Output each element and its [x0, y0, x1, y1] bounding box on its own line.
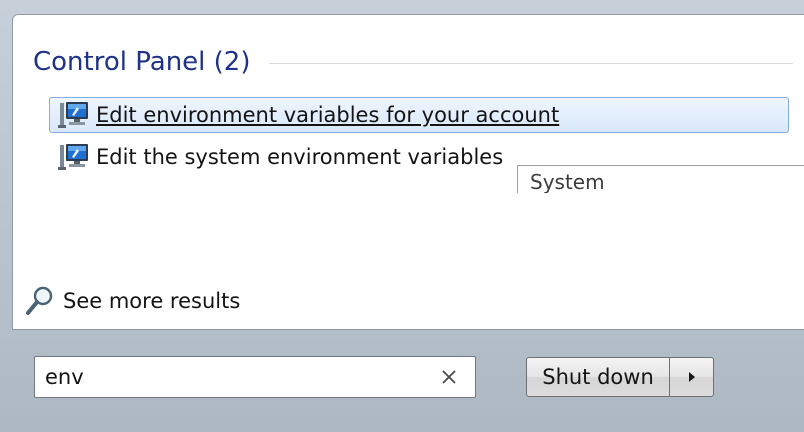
result-label: Edit environment variables for your acco…: [96, 103, 560, 127]
triangle-right-icon: [688, 372, 695, 382]
search-input[interactable]: [35, 358, 435, 396]
shutdown-group: Shut down: [526, 357, 714, 397]
section-divider: [269, 63, 793, 64]
search-results-panel: Control Panel (2) Edit environment varia…: [12, 14, 804, 330]
result-label: Edit the system environment variables: [96, 145, 504, 169]
tooltip: System: [517, 165, 804, 193]
result-item-edit-env-account[interactable]: Edit environment variables for your acco…: [49, 97, 789, 133]
clear-icon[interactable]: [435, 363, 463, 391]
monitor-settings-icon: [58, 144, 88, 170]
monitor-settings-icon: [58, 102, 88, 128]
see-more-label: See more results: [63, 289, 241, 313]
see-more-results-link[interactable]: See more results: [25, 285, 240, 317]
shut-down-button[interactable]: Shut down: [526, 357, 670, 397]
search-box[interactable]: [34, 356, 476, 398]
magnifier-icon: [26, 286, 53, 315]
section-title-control-panel: Control Panel (2): [33, 47, 251, 77]
start-menu-frame: Control Panel (2) Edit environment varia…: [0, 0, 804, 432]
shutdown-options-button[interactable]: [670, 357, 714, 397]
